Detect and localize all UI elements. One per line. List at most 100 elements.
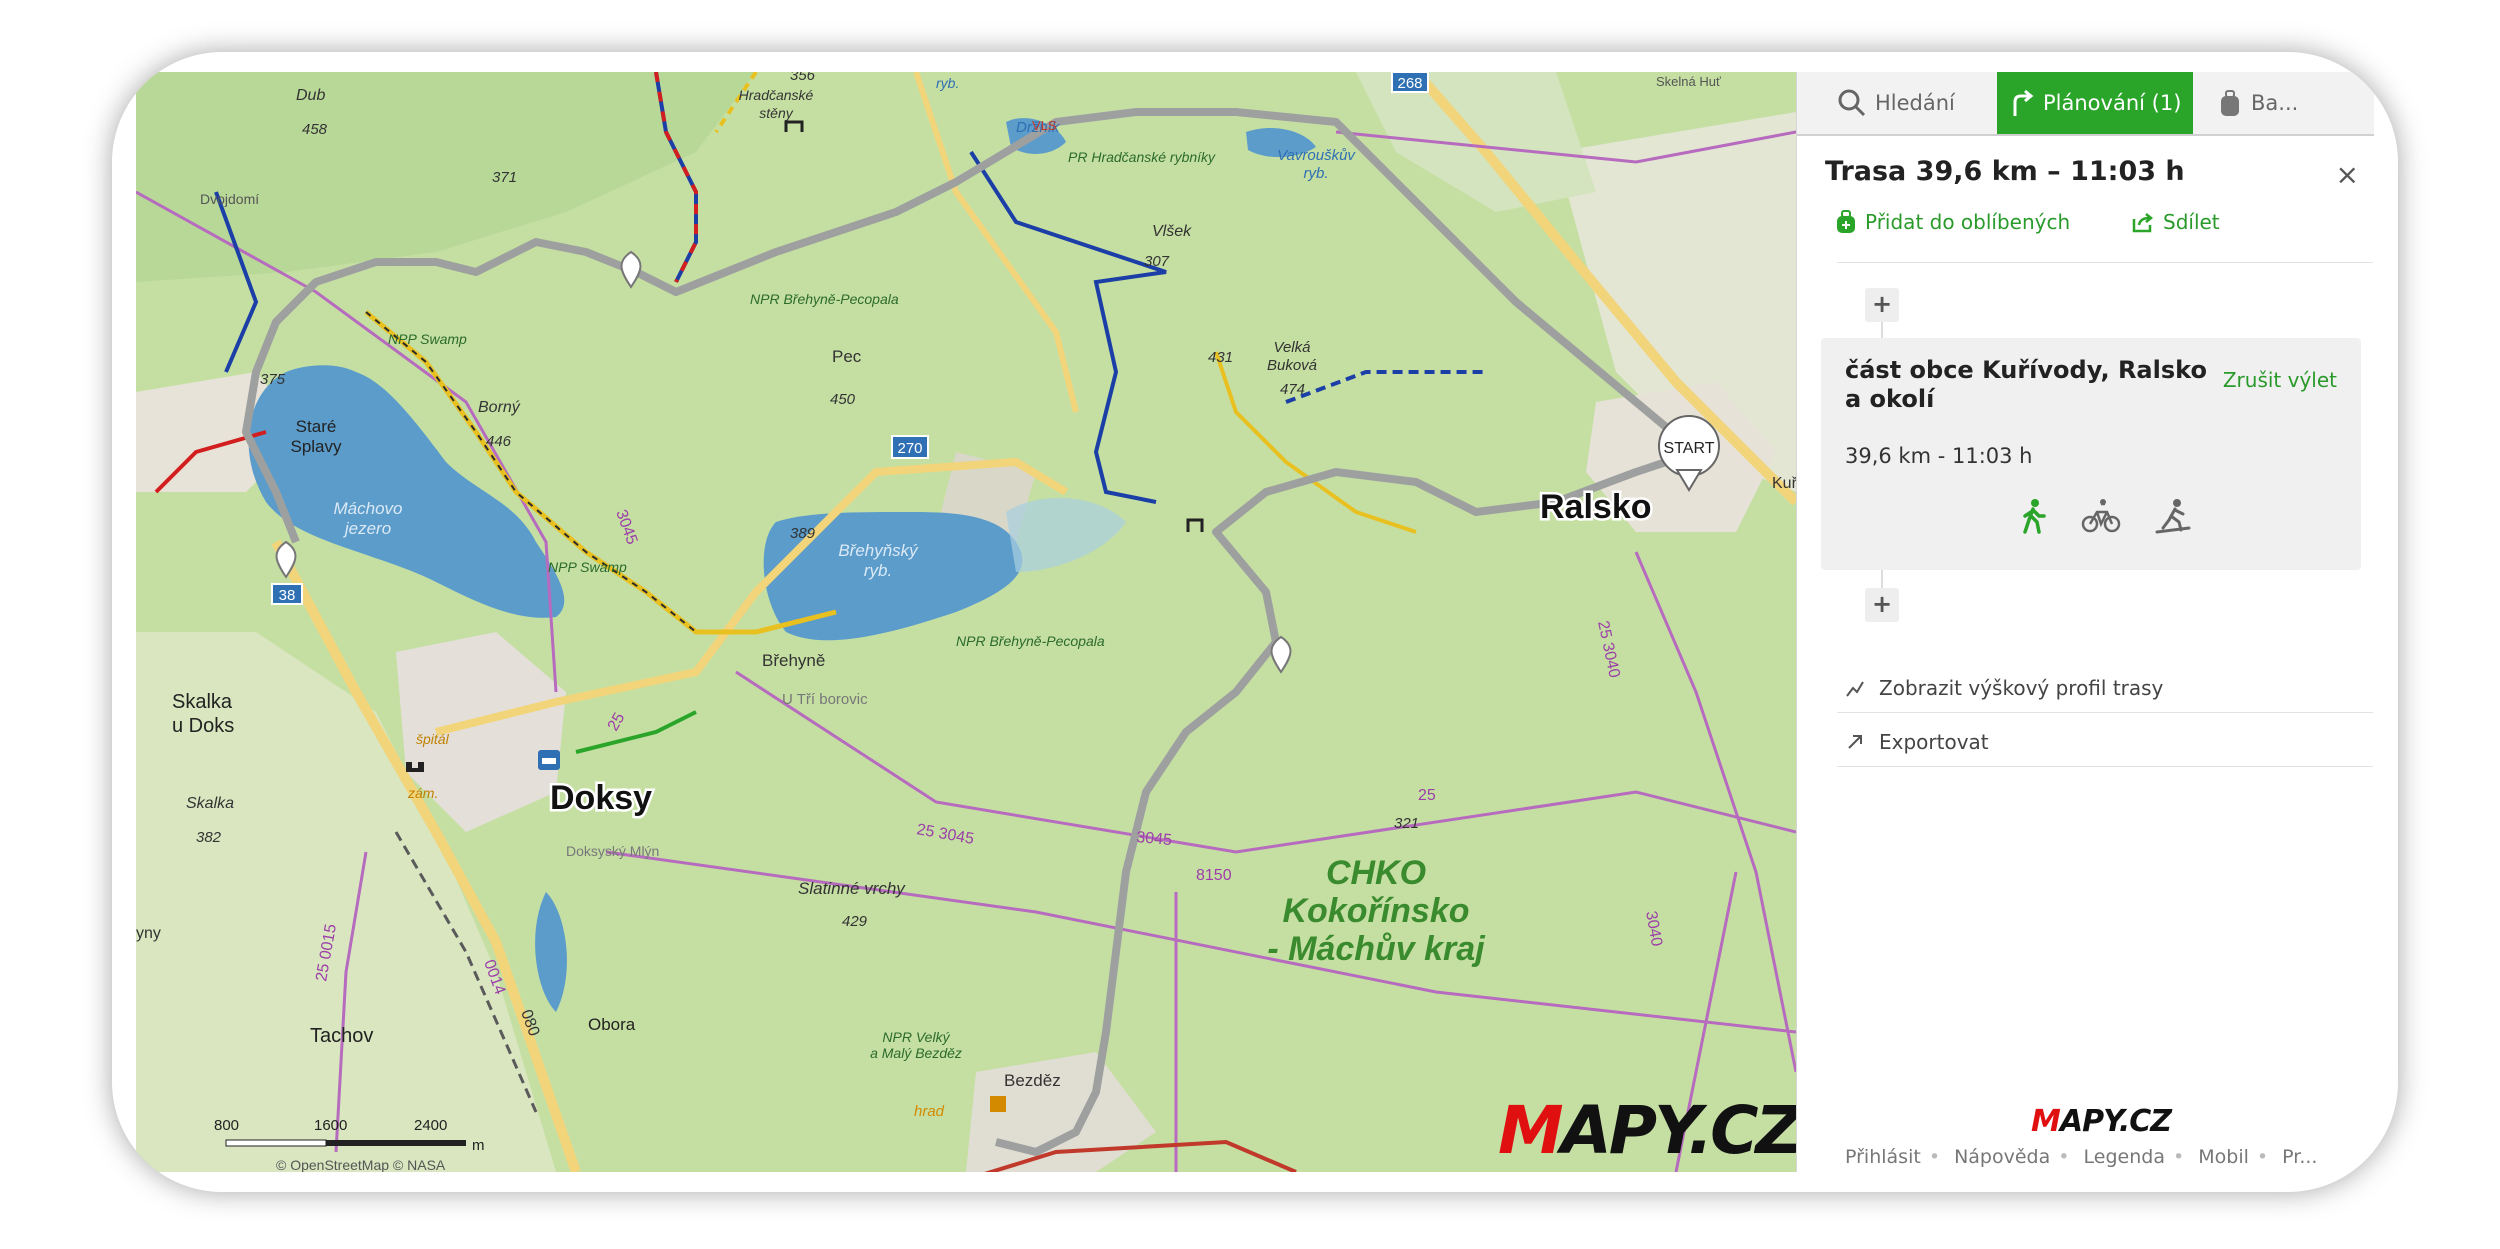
svg-text:38: 38 [279,587,296,604]
tab-planning[interactable]: Plánování (1) [1997,72,2193,134]
waypoint-distance: 39,6 km - 11:03 h [1845,444,2033,468]
reserve-label-swamp-mid: NPP Swamp [548,559,627,575]
svg-text:- Máchův kraj: - Máchův kraj [1267,930,1486,968]
footer-links: Přihlásit • Nápověda • Legenda • Mobil • Pr.… [1845,1146,2318,1168]
map-canvas[interactable]: START 268 270 38 3045 25 3045 3045 25 25… [136,72,1796,1172]
svg-text:ryb.: ryb. [864,561,892,580]
svg-text:Máchovo: Máchovo [334,499,403,518]
elevation-450: 450 [830,391,856,408]
elevation-307: 307 [1144,253,1170,270]
hotel-icon[interactable] [538,750,560,770]
elevation-375: 375 [260,371,286,388]
svg-text:Staré: Staré [296,417,337,436]
svg-text:u Doks: u Doks [172,715,234,737]
share-button[interactable]: Sdílet [2131,210,2220,234]
svg-text:Břehyňský: Břehyňský [838,541,919,560]
add-waypoint-after-button[interactable]: + [1865,588,1899,622]
road-number-25-east: 25 [1418,787,1436,804]
login-link[interactable]: Přihlásit [1845,1146,1921,1168]
panel-logo[interactable]: MAPY.CZ [2031,1104,2172,1139]
mapy-logo[interactable]: MAPY.CZ [1498,1092,1796,1169]
backpack-icon [2221,90,2239,116]
connector-line [1881,322,1883,338]
poi-label-spital: špitál [416,731,450,747]
tab-planning-label: Plánování (1) [2043,91,2182,115]
tab-backpack-label: Ba... [2251,91,2299,115]
connector-line-bottom [1881,570,1883,588]
elevation-382: 382 [196,829,222,846]
waypoint-card[interactable]: část obce Kuřívody, Ralsko a okolí Zruši… [1821,338,2361,570]
peak-label-borny: Borný [478,399,521,416]
add-favorite-button[interactable]: Přidat do oblíbených [1835,210,2070,234]
poi-label-vls: VLS [1032,118,1057,133]
place-label-mlyn: Doksyský Mlýn [566,843,659,859]
walk-icon[interactable] [2017,498,2049,538]
svg-text:stěny: stěny [759,105,793,121]
elevation-371: 371 [492,169,517,186]
legend-link[interactable]: Legenda [2084,1146,2165,1168]
svg-text:270: 270 [897,440,922,457]
export-arrow-icon [1848,735,1862,749]
window-frame: START 268 270 38 3045 25 3045 3045 25 25… [112,52,2398,1192]
elevation-356: 356 [790,72,816,84]
pond-label-top: ryb. [936,75,959,91]
export-link[interactable]: Exportovat [1845,730,1989,754]
add-favorite-label: Přidat do oblíbených [1865,210,2071,234]
town-label-stare-splavy: Staré Splavy [290,417,342,456]
start-label: START [1664,440,1715,457]
poi-label-hrad: hrad [914,1103,945,1120]
svg-text:Velká: Velká [1274,339,1311,356]
elevation-446: 446 [486,433,512,450]
reserve-label-top: NPR Břehyně-Pecopala [750,291,899,307]
mobile-link[interactable]: Mobil [2198,1146,2249,1168]
svg-text:Hradčanské: Hradčanské [739,87,814,103]
peak-label-slatinne: Slatinné vrchy [798,879,906,898]
bike-icon[interactable] [2081,498,2121,538]
search-icon [1838,89,1866,117]
poi-label-zamek: zám. [407,785,438,801]
svg-text:jezero: jezero [343,519,391,538]
route-title: Trasa 39,6 km – 11:03 h [1825,156,2185,187]
peak-label-skalka: Skalka [186,795,234,812]
svg-text:NPR Velký: NPR Velký [882,1029,950,1045]
cancel-trip-button[interactable]: Zrušit výlet [2223,368,2337,392]
help-link[interactable]: Nápověda [1954,1146,2050,1168]
reserve-label-velky-bezdez: NPR Velký a Malý Bezděz [870,1029,962,1061]
peak-label-velka-bukova: Velká Buková [1267,339,1317,374]
route-arrow-icon [2013,89,2034,116]
favorite-backpack-icon [1837,210,1855,233]
map-view[interactable]: START 268 270 38 3045 25 3045 3045 25 25… [136,72,1796,1172]
svg-text:Splavy: Splavy [290,437,342,456]
castle-ruin-icon[interactable] [990,1096,1006,1112]
svg-text:CHKO: CHKO [1326,854,1426,892]
peak-label-dub: Dub [296,87,325,104]
more-link[interactable]: Pr... [2282,1146,2317,1168]
add-waypoint-before-button[interactable]: + [1865,288,1899,322]
map-attribution[interactable]: © OpenStreetMap © NASA [276,1157,446,1172]
elevation-profile-link[interactable]: Zobrazit výškový profil trasy [1845,676,2163,700]
transport-modes [2001,498,2209,538]
elevation-429: 429 [842,913,868,930]
elevation-458: 458 [302,121,328,138]
tab-backpack[interactable]: Ba... [2217,72,2374,134]
svg-text:Kokořínsko: Kokořínsko [1282,892,1469,930]
close-icon[interactable]: × [2336,158,2359,191]
svg-text:Vavrouškův: Vavrouškův [1277,147,1356,164]
place-label-yny: yny [136,925,161,942]
tab-search[interactable]: Hledání [1837,72,1997,134]
road-number-3045-east: 3045 [1136,829,1173,849]
svg-text:800: 800 [214,1117,239,1134]
share-label: Sdílet [2163,210,2220,234]
elevation-389: 389 [790,525,816,542]
export-label: Exportovat [1879,730,1989,754]
place-label-bezdez: Bezděz [1004,1071,1061,1090]
elevation-profile-label: Zobrazit výškový profil trasy [1879,676,2164,700]
divider-links [1837,712,2373,713]
town-label-doksy[interactable]: Doksy [548,777,655,820]
waypoint-name: část obce Kuřívody, Ralsko a okolí [1845,356,2207,413]
road-shield-38: 38 [271,583,303,605]
town-label-ralsko[interactable]: Ralsko [1538,486,1655,529]
svg-text:a Malý Bezděz: a Malý Bezděz [870,1045,962,1061]
ski-icon[interactable] [2153,498,2193,538]
side-panel: Hledání Plánování (1) Ba... Trasa 39,6 k… [1796,72,2374,1172]
